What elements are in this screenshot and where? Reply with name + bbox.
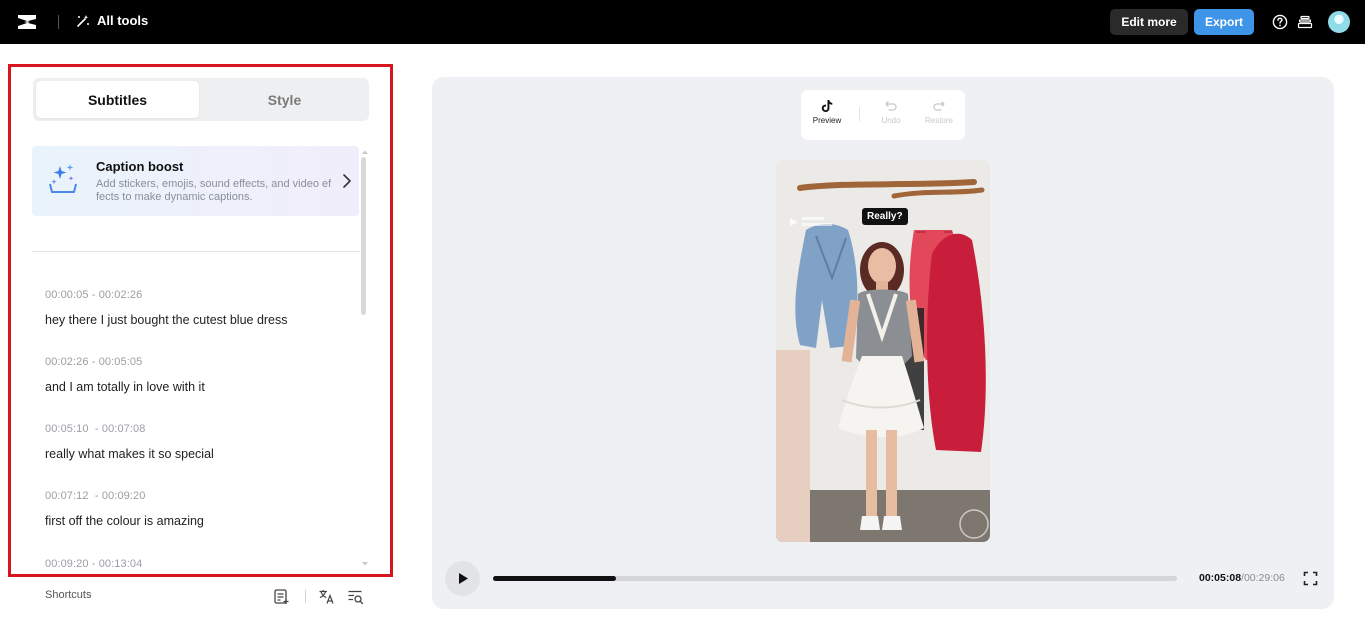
progress-bar-fill — [493, 576, 616, 581]
subtitle-start-time: 00:09:20 — [45, 558, 89, 570]
subtitle-timecode: 00:00:05 - 00:02:26 — [45, 289, 288, 301]
tab-style[interactable]: Style — [203, 81, 366, 118]
chevron-right-icon — [340, 173, 352, 189]
scroll-down-arrow-icon[interactable] — [361, 561, 369, 567]
subtitle-end-time: 00:02:26 — [99, 289, 143, 301]
all-tools-label: All tools — [97, 13, 148, 28]
subtitle-end-time: 00:13:04 — [99, 558, 143, 570]
subtitle-timecode: 00:02:26 - 00:05:05 — [45, 356, 205, 368]
subtitle-end-time: 00:09:20 — [102, 490, 146, 502]
subtitle-start-time: 00:07:12 — [45, 490, 89, 502]
capcut-logo-icon[interactable] — [16, 11, 38, 33]
edit-more-button[interactable]: Edit more — [1110, 9, 1188, 35]
subtitle-timecode: 00:09:20 - 00:13:04 — [45, 558, 142, 570]
tiktok-icon — [820, 99, 834, 113]
subtitle-entry[interactable]: 00:05:10 - 00:07:08 really what makes it… — [45, 423, 214, 461]
subtitle-start-time: 00:00:05 — [45, 289, 89, 301]
subtitle-end-time: 00:07:08 — [102, 423, 146, 435]
avatar[interactable] — [1328, 11, 1350, 33]
add-subtitle-icon[interactable] — [273, 588, 290, 605]
video-preview[interactable]: Really? — [776, 160, 990, 542]
caption-boost-card[interactable]: Caption boost Add stickers, emojis, soun… — [32, 146, 359, 216]
magic-wand-icon — [76, 14, 90, 28]
restore-label: Restore — [925, 116, 953, 125]
restore-button[interactable]: Restore — [917, 99, 961, 125]
caption-boost-description: Add stickers, emojis, sound effects, and… — [96, 178, 332, 203]
tab-subtitles[interactable]: Subtitles — [36, 81, 199, 118]
preview-button[interactable]: Preview — [805, 99, 849, 125]
subtitle-entry[interactable]: 00:02:26 - 00:05:05 and I am totally in … — [45, 356, 205, 394]
export-button[interactable]: Export — [1194, 9, 1254, 35]
panel-divider — [32, 251, 360, 252]
preview-label: Preview — [813, 116, 841, 125]
subtitle-entry[interactable]: 00:09:20 - 00:13:04 — [45, 558, 142, 577]
video-caption-text: Really? — [862, 208, 908, 225]
play-icon — [457, 572, 469, 585]
subtitle-entry[interactable]: 00:07:12 - 00:09:20 first off the colour… — [45, 490, 204, 528]
current-time: 00:05:08 — [1199, 572, 1241, 584]
subtitle-timecode: 00:07:12 - 00:09:20 — [45, 490, 204, 502]
toolbar-divider — [859, 107, 860, 121]
time-display: 00:05:08/00:29:06 — [1199, 572, 1285, 584]
shortcuts-divider — [305, 590, 306, 603]
play-button[interactable] — [445, 561, 480, 596]
panel-tabs: Subtitles Style — [33, 78, 369, 121]
progress-bar[interactable] — [493, 576, 1177, 581]
subtitle-start-time: 00:05:10 — [45, 423, 89, 435]
subtitle-text[interactable]: hey there I just bought the cutest blue … — [45, 313, 288, 327]
undo-label: Undo — [881, 116, 900, 125]
subtitle-start-time: 00:02:26 — [45, 356, 89, 368]
all-tools-button[interactable]: All tools — [76, 13, 148, 28]
caption-boost-title: Caption boost — [96, 159, 183, 174]
translate-icon[interactable] — [318, 588, 335, 605]
subtitle-timecode: 00:05:10 - 00:07:08 — [45, 423, 214, 435]
layers-icon[interactable] — [1297, 14, 1313, 30]
topbar-divider — [58, 15, 59, 29]
subtitle-text[interactable]: and I am totally in love with it — [45, 380, 205, 394]
sparkle-tray-icon — [46, 162, 80, 196]
preview-area: Preview Undo Restore — [432, 77, 1334, 609]
subtitle-text[interactable]: really what makes it so special — [45, 447, 214, 461]
help-icon[interactable] — [1272, 14, 1288, 30]
total-time: /00:29:06 — [1241, 572, 1285, 584]
subtitle-end-time: 00:05:05 — [99, 356, 143, 368]
shortcuts-link[interactable]: Shortcuts — [45, 589, 91, 601]
preview-toolbar: Preview Undo Restore — [801, 90, 965, 140]
subtitle-entry[interactable]: 00:00:05 - 00:02:26 hey there I just bou… — [45, 289, 288, 327]
subtitles-panel: Subtitles Style Caption boost Add sticke… — [8, 64, 393, 577]
scrollbar-thumb[interactable] — [361, 157, 366, 315]
top-bar: All tools Edit more Export — [0, 0, 1365, 44]
undo-button[interactable]: Undo — [869, 99, 913, 125]
scroll-up-arrow-icon[interactable] — [361, 149, 369, 155]
search-subtitles-icon[interactable] — [347, 588, 364, 605]
redo-icon — [932, 99, 946, 113]
undo-icon — [884, 99, 898, 113]
fullscreen-icon[interactable] — [1303, 571, 1318, 586]
subtitle-text[interactable]: first off the colour is amazing — [45, 514, 204, 528]
